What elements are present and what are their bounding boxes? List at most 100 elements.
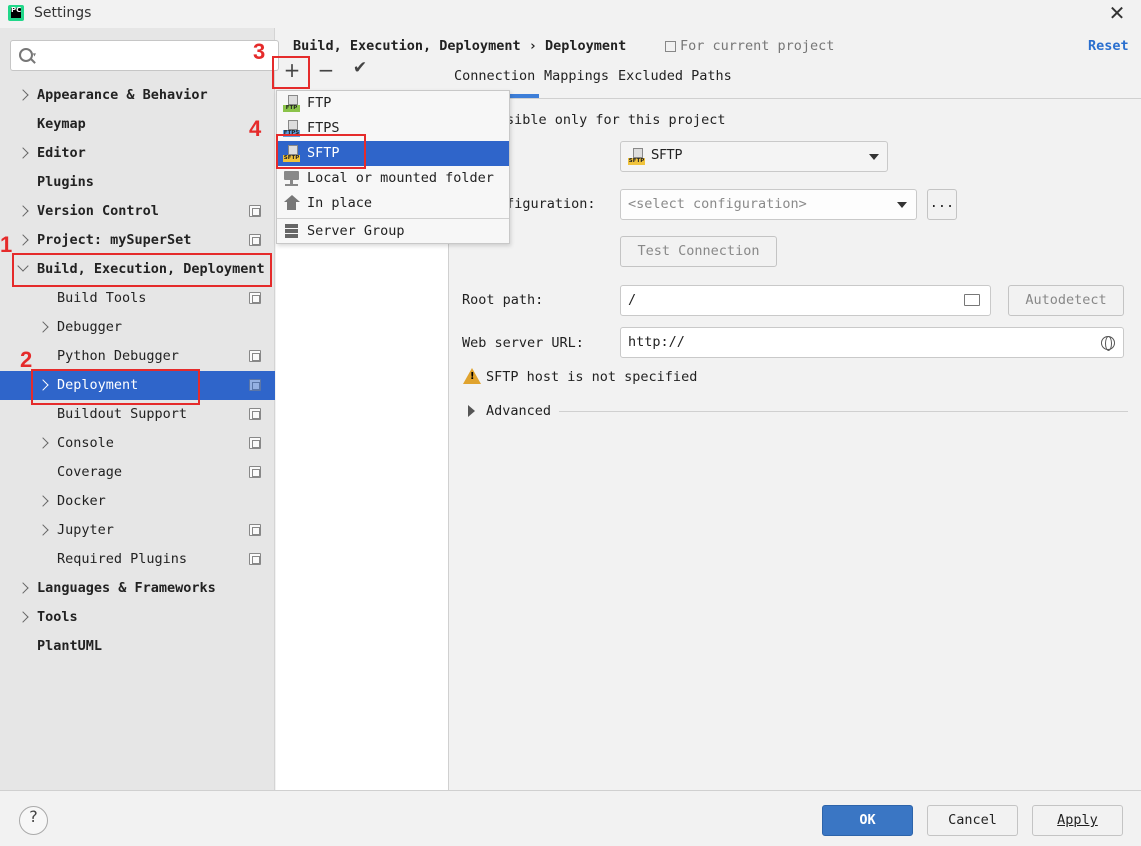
search-options-icon[interactable]: ▾: [32, 50, 37, 59]
sidebar-item-label: Required Plugins: [57, 551, 188, 567]
advanced-section-toggle[interactable]: Advanced: [486, 403, 551, 419]
project-level-icon: [249, 437, 261, 449]
sidebar-item[interactable]: Jupyter: [0, 516, 275, 545]
autodetect-button[interactable]: Autodetect: [1008, 285, 1124, 316]
sidebar-item[interactable]: Version Control: [0, 197, 275, 226]
project-level-icon: [249, 553, 261, 565]
sidebar-item[interactable]: Plugins: [0, 168, 275, 197]
sidebar-item[interactable]: Debugger: [0, 313, 275, 342]
help-button[interactable]: ?: [19, 806, 48, 835]
popup-item-label: Server Group: [307, 223, 405, 239]
browse-configuration-button[interactable]: ...: [927, 189, 957, 220]
add-server-popup: FTP FTP FTPS FTPS SFTP SFTP Local or mounted f…: [276, 90, 510, 244]
globe-icon[interactable]: [1101, 336, 1115, 351]
search-input[interactable]: [10, 40, 279, 71]
chevron-right-icon[interactable]: [37, 379, 49, 391]
sidebar-item-label: Debugger: [57, 319, 123, 335]
sidebar-item-label: Build Tools: [57, 290, 147, 306]
project-level-icon: [249, 466, 261, 478]
chevron-right-icon[interactable]: [17, 234, 29, 246]
sidebar-item[interactable]: Languages & Frameworks: [0, 574, 275, 603]
sidebar-item[interactable]: Buildout Support: [0, 400, 275, 429]
server-toolbar: + − ✔: [276, 58, 448, 88]
add-server-button[interactable]: +: [279, 58, 305, 86]
remove-server-button[interactable]: −: [313, 58, 339, 86]
sidebar-item[interactable]: Appearance & Behavior: [0, 81, 275, 110]
chevron-right-icon[interactable]: [37, 437, 49, 449]
chevron-right-icon[interactable]: [17, 205, 29, 217]
ssh-configuration-select[interactable]: <select configuration>: [620, 189, 917, 220]
test-connection-button[interactable]: Test Connection: [620, 236, 777, 267]
sidebar-item[interactable]: Keymap: [0, 110, 275, 139]
chevron-right-icon[interactable]: [17, 582, 29, 594]
chevron-right-icon[interactable]: [37, 495, 49, 507]
web-server-url-input[interactable]: http://: [620, 327, 1124, 358]
apply-server-button[interactable]: ✔: [347, 58, 373, 86]
sidebar-item-label: Jupyter: [57, 522, 114, 538]
folder-icon[interactable]: [964, 294, 980, 306]
annotation-number-4: 4: [249, 116, 262, 141]
pycharm-logo-icon: PC: [8, 5, 24, 21]
popup-item[interactable]: FTPS FTPS: [277, 116, 509, 141]
close-icon[interactable]: ✕: [1106, 2, 1128, 24]
project-level-icon: [249, 379, 261, 391]
tab-mappings[interactable]: Mappings: [544, 68, 609, 84]
sidebar-item[interactable]: Python Debugger: [0, 342, 275, 371]
project-scope-label: For current project: [680, 38, 835, 54]
ssh-configuration-label: nfiguration:: [498, 196, 596, 212]
project-level-icon: [249, 524, 261, 536]
popup-item-label: FTP: [307, 95, 332, 111]
visible-only-checkbox-label[interactable]: sible only for this project: [506, 112, 725, 128]
sidebar-item[interactable]: PlantUML: [0, 632, 275, 661]
type-select-value: SFTP: [651, 148, 683, 163]
sidebar-item[interactable]: Required Plugins: [0, 545, 275, 574]
sidebar-item[interactable]: Deployment: [0, 371, 275, 400]
popup-item[interactable]: Local or mounted folder: [277, 166, 509, 191]
sidebar-item-label: Project: mySuperSet: [37, 232, 192, 248]
root-path-input[interactable]: /: [620, 285, 991, 316]
search-icon: [19, 48, 33, 62]
sidebar-item[interactable]: Project: mySuperSet: [0, 226, 275, 255]
popup-separator: [277, 218, 509, 219]
sidebar-item[interactable]: Tools: [0, 603, 275, 632]
chevron-right-icon[interactable]: [37, 524, 49, 536]
reset-link[interactable]: Reset: [1088, 38, 1129, 54]
window-title: Settings: [34, 5, 92, 21]
sidebar-item-label: Tools: [37, 609, 78, 625]
sidebar-item[interactable]: Build Tools: [0, 284, 275, 313]
apply-button[interactable]: Apply: [1032, 805, 1123, 836]
sidebar-item-label: Languages & Frameworks: [37, 580, 216, 596]
sftp-icon: SFTP: [283, 145, 300, 162]
sidebar-item[interactable]: Docker: [0, 487, 275, 516]
popup-item[interactable]: In place: [277, 191, 509, 216]
sidebar-item[interactable]: Coverage: [0, 458, 275, 487]
popup-item[interactable]: Server Group: [277, 219, 509, 244]
chevron-right-icon[interactable]: [17, 89, 29, 101]
sidebar-item[interactable]: Build, Execution, Deployment: [0, 255, 275, 284]
ssh-configuration-placeholder: <select configuration>: [628, 196, 807, 212]
project-scope-icon: [665, 41, 676, 52]
tab-connection[interactable]: Connection: [454, 68, 535, 84]
sidebar-item[interactable]: Console: [0, 429, 275, 458]
chevron-right-icon[interactable]: [17, 611, 29, 623]
cancel-button[interactable]: Cancel: [927, 805, 1018, 836]
annotation-number-2: 2: [20, 347, 33, 372]
tab-excluded-paths[interactable]: Excluded Paths: [618, 68, 732, 84]
sidebar-item[interactable]: Editor: [0, 139, 275, 168]
folder-server-icon: [283, 170, 300, 187]
chevron-down-icon[interactable]: [17, 260, 29, 272]
warning-icon: !: [463, 368, 481, 384]
title-bar: [0, 0, 1141, 28]
popup-item[interactable]: SFTP SFTP: [277, 141, 509, 166]
chevron-right-icon[interactable]: [468, 405, 475, 417]
ftp-icon: FTP: [283, 95, 300, 112]
sidebar-item-label: Console: [57, 435, 114, 451]
popup-item[interactable]: FTP FTP: [277, 91, 509, 116]
sftp-icon: SFTP: [628, 148, 645, 165]
ok-button[interactable]: OK: [822, 805, 913, 836]
chevron-right-icon[interactable]: [17, 147, 29, 159]
sidebar-item-label: Docker: [57, 493, 106, 509]
type-select[interactable]: SFTP SFTP: [620, 141, 888, 172]
sidebar-item-label: Buildout Support: [57, 406, 188, 422]
chevron-right-icon[interactable]: [37, 321, 49, 333]
